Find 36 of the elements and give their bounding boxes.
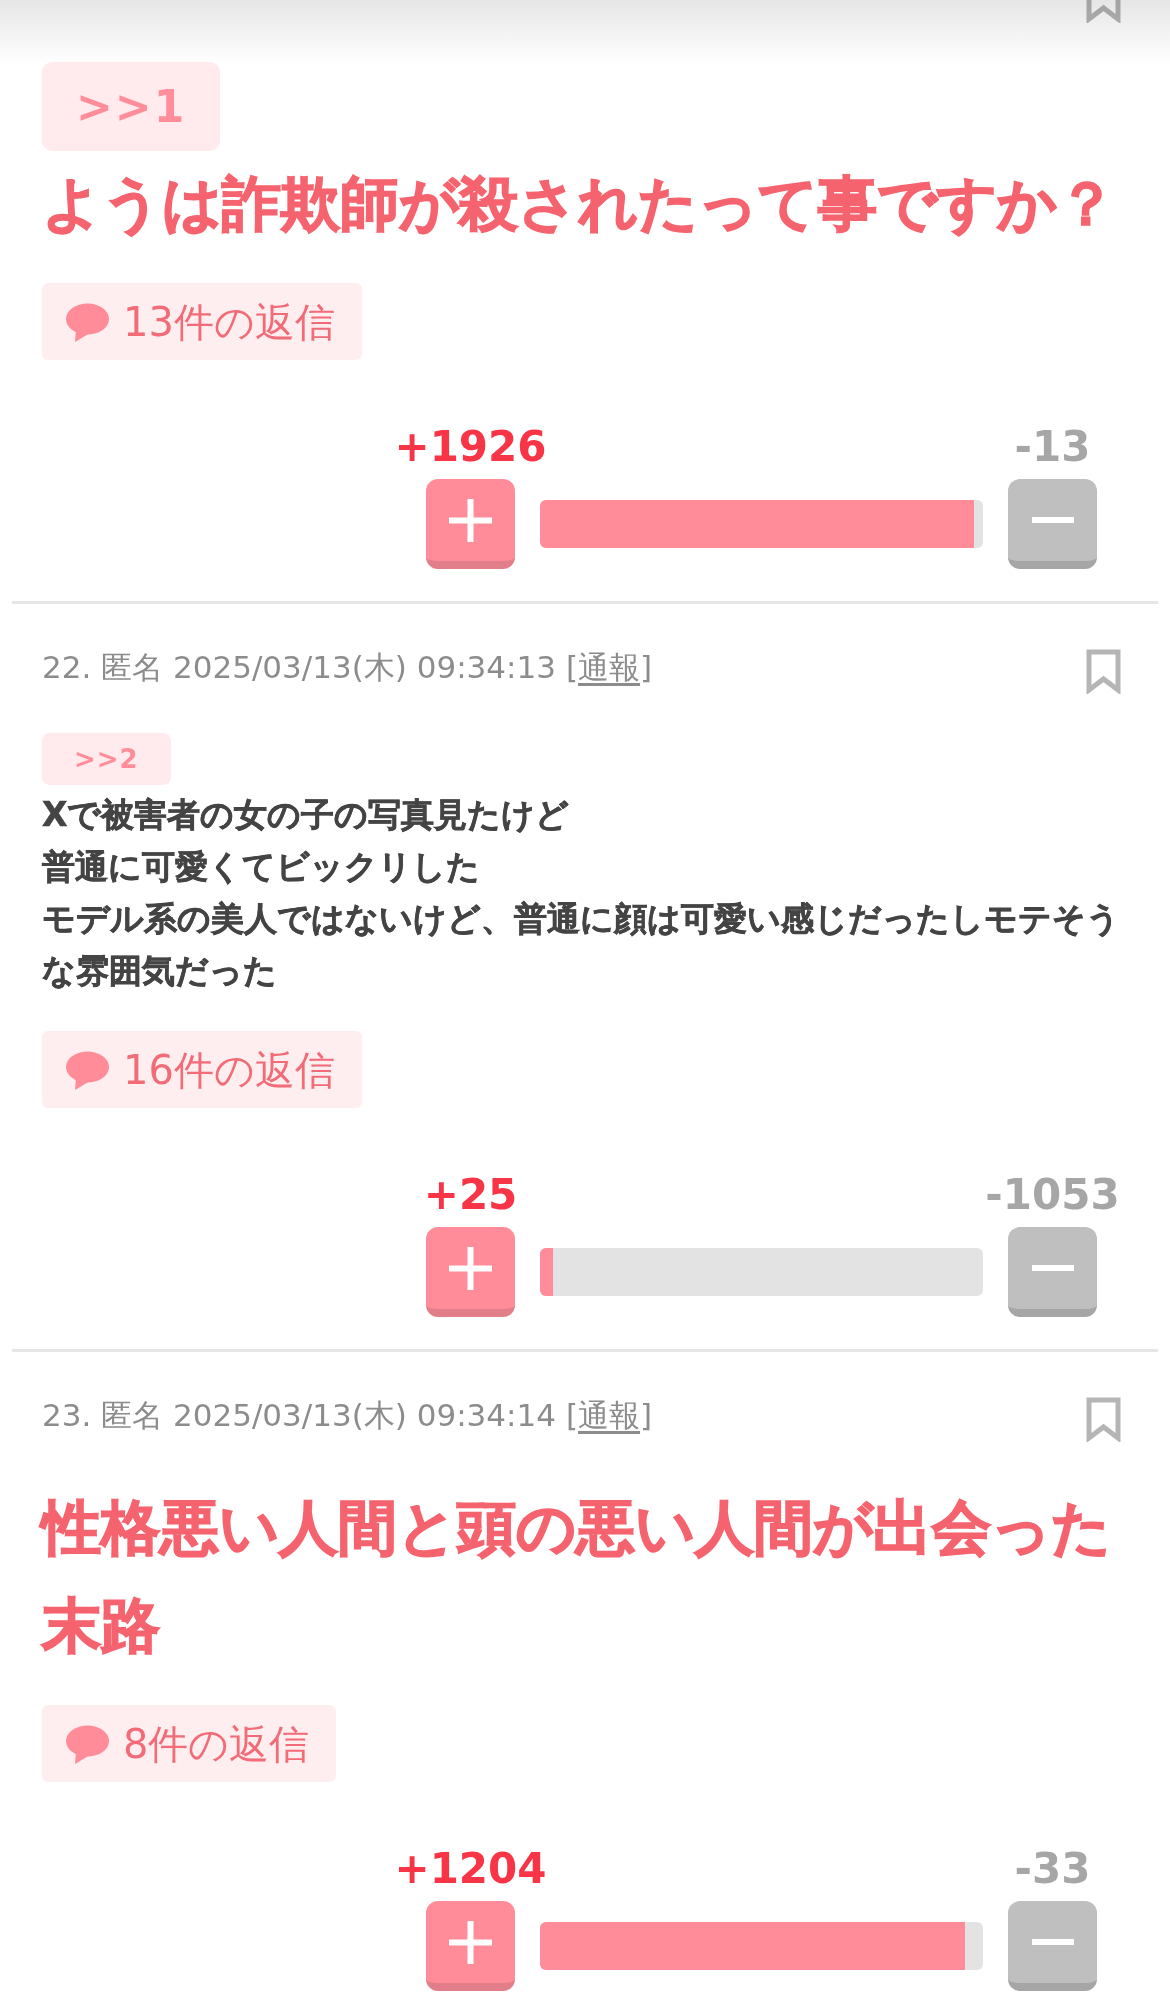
minus-icon [1031, 1939, 1074, 1945]
downvote-count: -33 [1014, 1845, 1091, 1893]
reply-anchor-link[interactable]: >>2 [42, 733, 171, 785]
upvote-count: +1926 [394, 423, 547, 471]
replies-button[interactable]: 16件の返信 [42, 1031, 362, 1108]
plus-icon [449, 1920, 492, 1964]
replies-button[interactable]: 13件の返信 [42, 283, 362, 360]
bookmark-icon[interactable] [1086, 649, 1121, 694]
comment-text: Xで被害者の女の子の写真見たけど [42, 794, 571, 836]
upvote-button[interactable] [426, 479, 515, 569]
upvote-count: +25 [423, 1171, 518, 1219]
speech-bubble-icon [66, 301, 109, 342]
plus-icon [449, 1246, 492, 1290]
comment-text: 普通に可愛くてビックリした [42, 846, 481, 888]
comment-title: ようは詐欺師が殺されたって事ですか？ [42, 168, 1117, 240]
upvote-button[interactable] [426, 1227, 515, 1317]
downvote-button[interactable] [1008, 1227, 1097, 1317]
downvote-count: -13 [1014, 423, 1091, 471]
replies-button[interactable]: 8件の返信 [42, 1705, 337, 1782]
speech-bubble-icon [66, 1049, 109, 1090]
upvote-count: +1204 [394, 1845, 547, 1893]
post-meta: 23. 匿名 2025/03/13(木) 09:34:14 [42, 1396, 556, 1435]
downvote-button[interactable] [1008, 1901, 1097, 1991]
downvote-count: -1053 [985, 1171, 1120, 1219]
minus-icon [1031, 517, 1074, 523]
comment-text: モデル系の美人ではないけど、普通に顔は可愛い感じだったしモテそうな雰囲気だった [42, 898, 1121, 992]
downvote-button[interactable] [1008, 479, 1097, 569]
speech-bubble-icon [66, 1723, 109, 1764]
reply-anchor-link[interactable]: >>1 [42, 62, 221, 151]
post-meta: 22. 匿名 2025/03/13(木) 09:34:13 [42, 648, 556, 687]
report-link[interactable]: [通報] [565, 641, 653, 693]
plus-icon [449, 498, 492, 542]
minus-icon [1031, 1265, 1074, 1271]
report-link[interactable]: [通報] [565, 1389, 653, 1441]
upvote-button[interactable] [426, 1901, 515, 1991]
bookmark-icon[interactable] [1086, 1397, 1121, 1442]
